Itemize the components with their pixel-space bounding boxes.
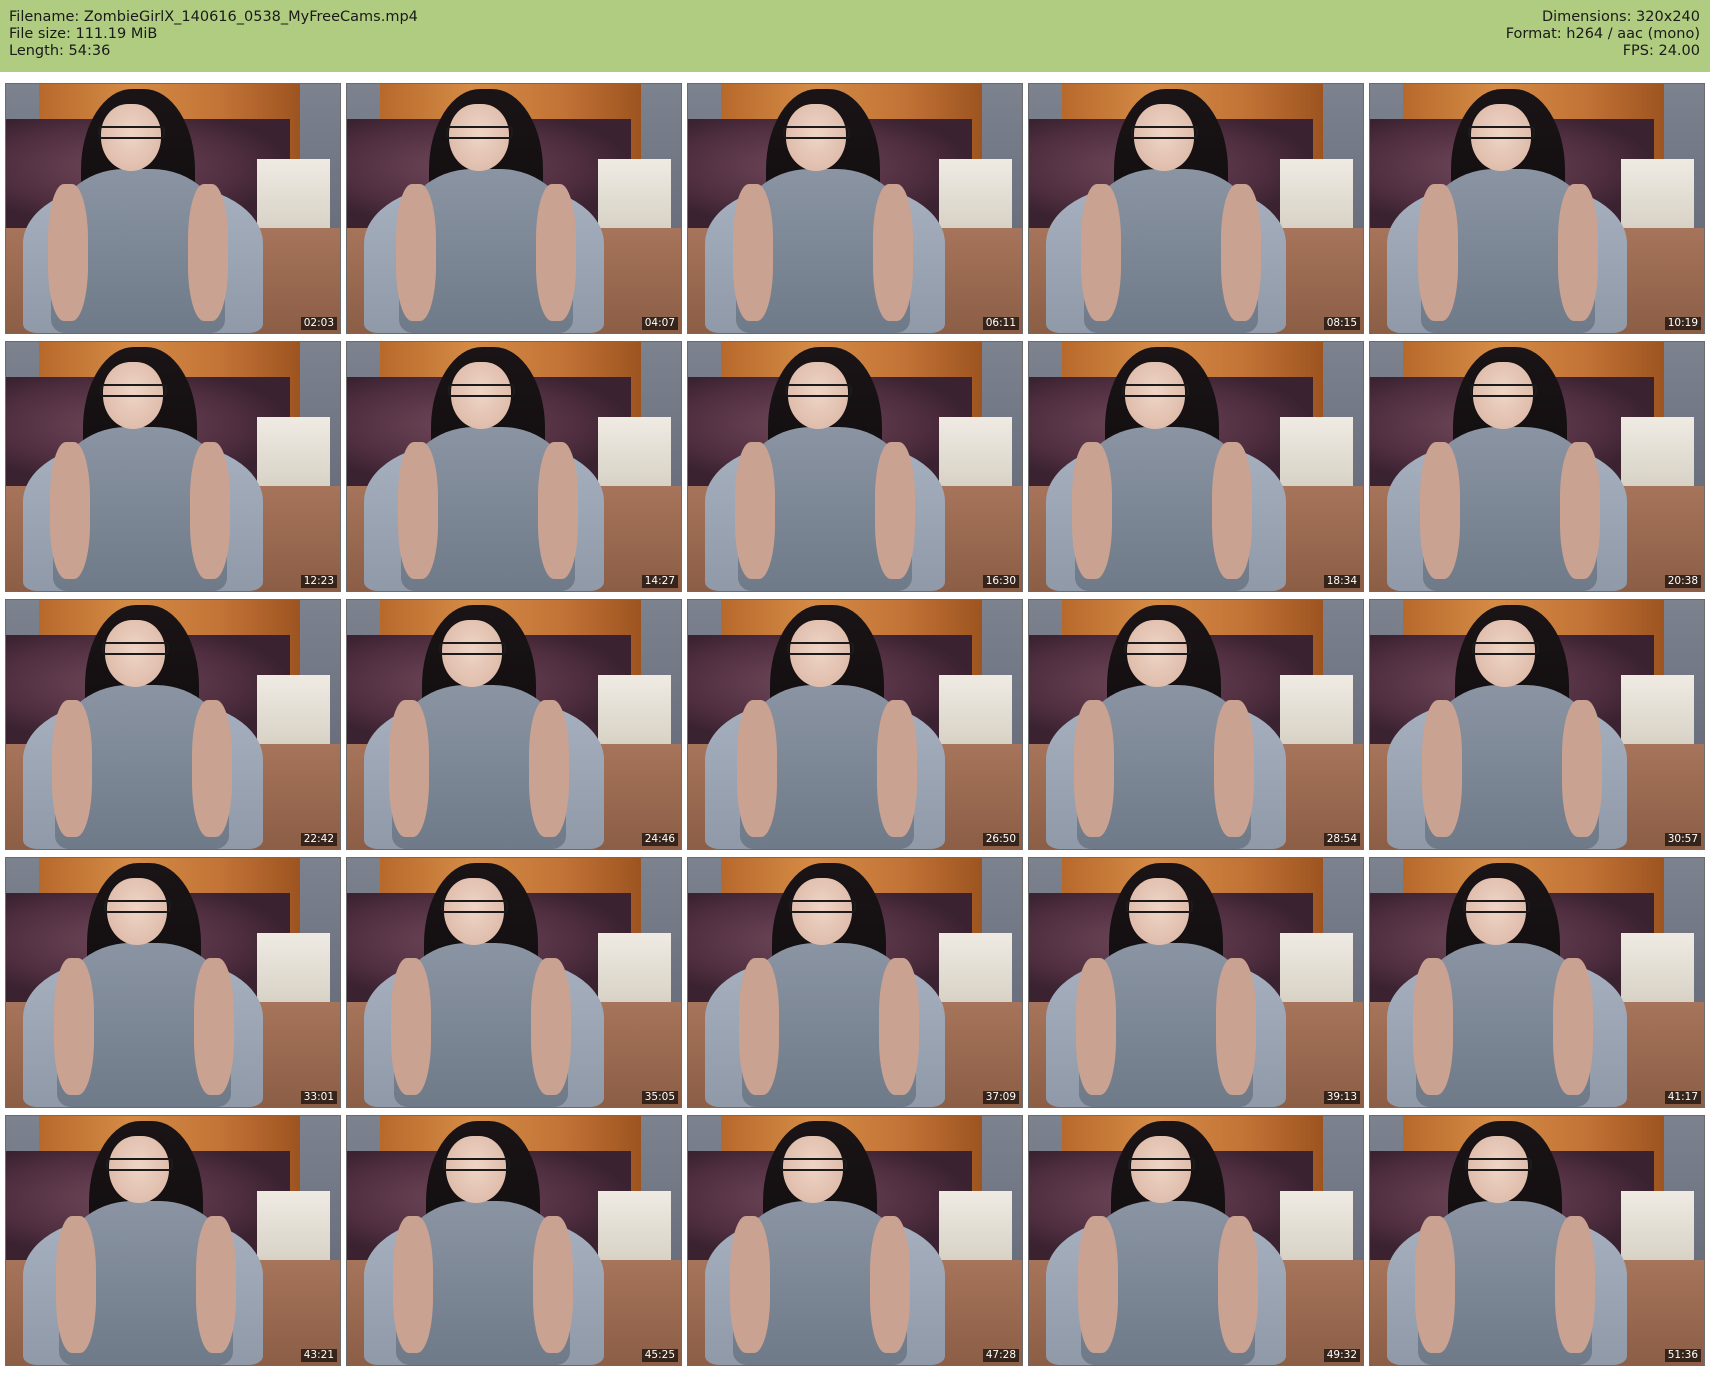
video-thumbnail: 49:32 — [1028, 1115, 1364, 1366]
frame-image — [688, 600, 1022, 849]
thumbnail-grid: 02:03 04:07 06:11 08:15 10:19 12:23 14:27 16:30… — [0, 0, 1710, 1373]
video-thumbnail: 47:28 — [687, 1115, 1023, 1366]
frame-image — [1370, 342, 1704, 591]
video-thumbnail: 04:07 — [346, 83, 682, 334]
video-thumbnail: 10:19 — [1369, 83, 1705, 334]
timestamp-label: 10:19 — [1664, 317, 1701, 330]
video-thumbnail: 28:54 — [1028, 599, 1364, 850]
frame-image — [6, 84, 340, 333]
frame-image — [1029, 600, 1363, 849]
video-thumbnail: 16:30 — [687, 341, 1023, 592]
timestamp-label: 20:38 — [1664, 575, 1701, 588]
timestamp-label: 26:50 — [982, 833, 1019, 846]
frame-image — [688, 84, 1022, 333]
frame-image — [347, 858, 681, 1107]
video-thumbnail: 02:03 — [5, 83, 341, 334]
timestamp-label: 22:42 — [300, 833, 337, 846]
timestamp-label: 12:23 — [300, 575, 337, 588]
timestamp-label: 33:01 — [300, 1091, 337, 1104]
video-thumbnail: 30:57 — [1369, 599, 1705, 850]
timestamp-label: 28:54 — [1323, 833, 1360, 846]
frame-image — [1370, 1116, 1704, 1365]
timestamp-label: 14:27 — [641, 575, 678, 588]
frame-image — [688, 342, 1022, 591]
video-thumbnail: 37:09 — [687, 857, 1023, 1108]
frame-image — [1370, 600, 1704, 849]
video-thumbnail: 08:15 — [1028, 83, 1364, 334]
frame-image — [1029, 342, 1363, 591]
frame-image — [347, 342, 681, 591]
timestamp-label: 30:57 — [1664, 833, 1701, 846]
video-thumbnail: 26:50 — [687, 599, 1023, 850]
timestamp-label: 45:25 — [641, 1349, 678, 1362]
video-thumbnail: 43:21 — [5, 1115, 341, 1366]
video-thumbnail: 39:13 — [1028, 857, 1364, 1108]
video-thumbnail: 51:36 — [1369, 1115, 1705, 1366]
video-thumbnail: 18:34 — [1028, 341, 1364, 592]
video-thumbnail: 35:05 — [346, 857, 682, 1108]
frame-image — [6, 342, 340, 591]
video-thumbnail: 14:27 — [346, 341, 682, 592]
timestamp-label: 41:17 — [1664, 1091, 1701, 1104]
timestamp-label: 39:13 — [1323, 1091, 1360, 1104]
timestamp-label: 24:46 — [641, 833, 678, 846]
timestamp-label: 04:07 — [641, 317, 678, 330]
timestamp-label: 16:30 — [982, 575, 1019, 588]
timestamp-label: 51:36 — [1664, 1349, 1701, 1362]
video-thumbnail: 33:01 — [5, 857, 341, 1108]
frame-image — [1370, 858, 1704, 1107]
timestamp-label: 43:21 — [300, 1349, 337, 1362]
timestamp-label: 02:03 — [300, 317, 337, 330]
timestamp-label: 37:09 — [982, 1091, 1019, 1104]
frame-image — [6, 1116, 340, 1365]
frame-image — [347, 600, 681, 849]
frame-image — [6, 858, 340, 1107]
frame-image — [347, 1116, 681, 1365]
frame-image — [6, 600, 340, 849]
timestamp-label: 35:05 — [641, 1091, 678, 1104]
frame-image — [347, 84, 681, 333]
frame-image — [688, 858, 1022, 1107]
frame-image — [1029, 1116, 1363, 1365]
frame-image — [688, 1116, 1022, 1365]
video-thumbnail: 12:23 — [5, 341, 341, 592]
video-thumbnail: 24:46 — [346, 599, 682, 850]
timestamp-label: 49:32 — [1323, 1349, 1360, 1362]
timestamp-label: 06:11 — [982, 317, 1019, 330]
timestamp-label: 18:34 — [1323, 575, 1360, 588]
timestamp-label: 47:28 — [982, 1349, 1019, 1362]
video-thumbnail: 22:42 — [5, 599, 341, 850]
timestamp-label: 08:15 — [1323, 317, 1360, 330]
frame-image — [1370, 84, 1704, 333]
frame-image — [1029, 84, 1363, 333]
frame-image — [1029, 858, 1363, 1107]
video-thumbnail: 20:38 — [1369, 341, 1705, 592]
video-thumbnail: 06:11 — [687, 83, 1023, 334]
video-thumbnail: 41:17 — [1369, 857, 1705, 1108]
video-thumbnail: 45:25 — [346, 1115, 682, 1366]
